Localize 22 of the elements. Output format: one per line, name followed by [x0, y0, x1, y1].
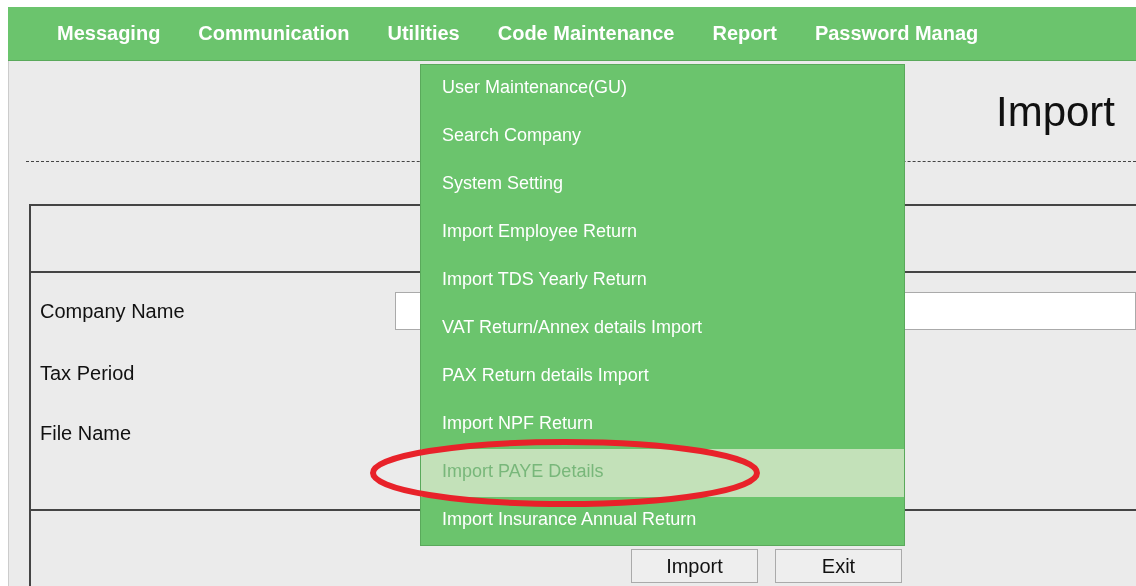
menu-item[interactable]: VAT Return/Annex details Import [421, 305, 904, 353]
form-button[interactable]: Import [631, 549, 758, 583]
menu-bar-item[interactable]: Utilities [387, 22, 460, 45]
page-title: Import [996, 87, 1116, 136]
field-label: File Name [40, 421, 133, 445]
menu-item[interactable]: Import TDS Yearly Return [421, 257, 904, 305]
menu-item[interactable]: System Setting [421, 161, 904, 209]
field-label: Company Name [40, 299, 186, 323]
menu-item[interactable]: Import Insurance Annual Return [421, 497, 904, 545]
menu-bar-item[interactable]: Code Maintenance [497, 22, 675, 45]
menu-item[interactable]: User Maintenance(GU) [421, 65, 904, 113]
menu-item[interactable]: Import PAYE Details [421, 449, 904, 497]
menu-item[interactable]: Import NPF Return [421, 401, 904, 449]
menu-bar-item[interactable]: Communication [198, 22, 350, 45]
menu-bar-item[interactable]: Messaging [57, 22, 161, 45]
menu-bar-item[interactable]: Report [712, 22, 777, 45]
menu-item[interactable]: PAX Return details Import [421, 353, 904, 401]
menu-item[interactable]: Import Employee Return [421, 209, 904, 257]
field-label: Tax Period [40, 361, 136, 385]
form-button[interactable]: Exit [775, 549, 902, 583]
menu-item[interactable]: Search Company [421, 113, 904, 161]
menu-bar-item[interactable]: Password Manag [814, 22, 979, 45]
